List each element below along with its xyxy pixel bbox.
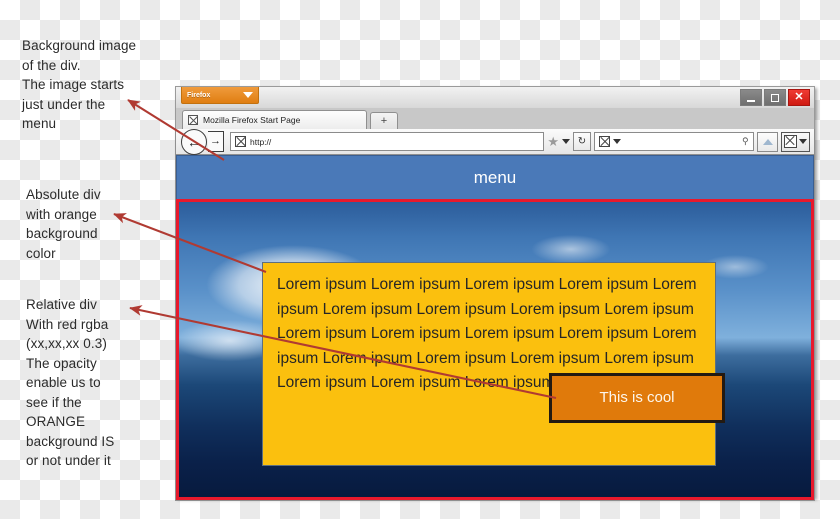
annotation-absolute-div: Absolute div with orange background colo… (26, 187, 101, 261)
plus-icon: + (380, 115, 388, 127)
search-engine-icon[interactable] (599, 136, 610, 147)
bookmark-caret-down-icon[interactable] (562, 139, 570, 144)
page-menu-label: menu (473, 167, 517, 187)
close-button[interactable]: ✕ (788, 89, 810, 106)
reload-button[interactable]: ↻ (573, 132, 591, 151)
reload-icon: ↻ (577, 136, 587, 147)
arrow-right-icon: → (210, 135, 221, 147)
this-is-cool-box[interactable]: This is cool (549, 373, 725, 423)
annotation-relative-div: Relative div With red rgba (xx,xx,xx 0.3… (26, 297, 115, 468)
absolute-orange-div: Lorem ipsum Lorem ipsum Lorem ipsum Lore… (262, 262, 725, 466)
caret-down-icon (243, 92, 253, 98)
url-text: http:// (250, 136, 272, 147)
tab-strip: Mozilla Firefox Start Page + (175, 108, 815, 129)
forward-button[interactable]: → (208, 131, 224, 152)
navigation-toolbar: ← → http:// ★ ↻ ⚲ (175, 128, 815, 155)
maximize-button[interactable] (764, 89, 786, 106)
this-is-cool-label: This is cool (599, 388, 675, 406)
maximize-icon (771, 93, 779, 102)
url-input[interactable]: http:// (230, 132, 545, 151)
relative-div: Lorem ipsum Lorem ipsum Lorem ipsum Lore… (176, 199, 814, 500)
arrow-left-icon: ← (187, 133, 201, 150)
minimize-icon (747, 99, 755, 102)
tab-mozilla-firefox-start-page[interactable]: Mozilla Firefox Start Page (182, 110, 367, 129)
search-input[interactable]: ⚲ (594, 132, 754, 151)
firefox-menu-button[interactable]: Firefox (181, 87, 259, 104)
browser-window: Firefox ✕ Mozilla Firefox Start Page + ←… (175, 86, 815, 501)
firefox-menu-label: Firefox (187, 91, 211, 99)
minimize-button[interactable] (740, 89, 762, 106)
close-icon: ✕ (794, 91, 804, 103)
title-bar: Firefox ✕ (175, 86, 815, 108)
page-viewport: menu Lorem ipsum Lorem ipsum Lorem ipsum… (175, 155, 815, 501)
search-icon: ⚲ (742, 136, 749, 146)
page-menu-bar[interactable]: menu (176, 155, 814, 199)
search-engine-caret-down-icon[interactable] (613, 139, 621, 144)
bookmark-star-icon[interactable]: ★ (547, 135, 559, 148)
toolbar-extra-caret-down-icon (799, 139, 807, 144)
new-tab-button[interactable]: + (370, 112, 398, 129)
tab-title: Mozilla Firefox Start Page (203, 115, 301, 125)
toolbar-extra-button[interactable] (781, 131, 810, 152)
toolbar-extra-icon (784, 135, 797, 148)
window-controls: ✕ (740, 89, 810, 106)
page-favicon-icon (188, 115, 198, 125)
home-icon (762, 138, 773, 145)
back-button[interactable]: ← (181, 128, 207, 155)
site-identity-icon (235, 136, 246, 147)
home-button[interactable] (757, 131, 778, 152)
annotation-background-image: Background image of the div. The image s… (22, 38, 137, 131)
